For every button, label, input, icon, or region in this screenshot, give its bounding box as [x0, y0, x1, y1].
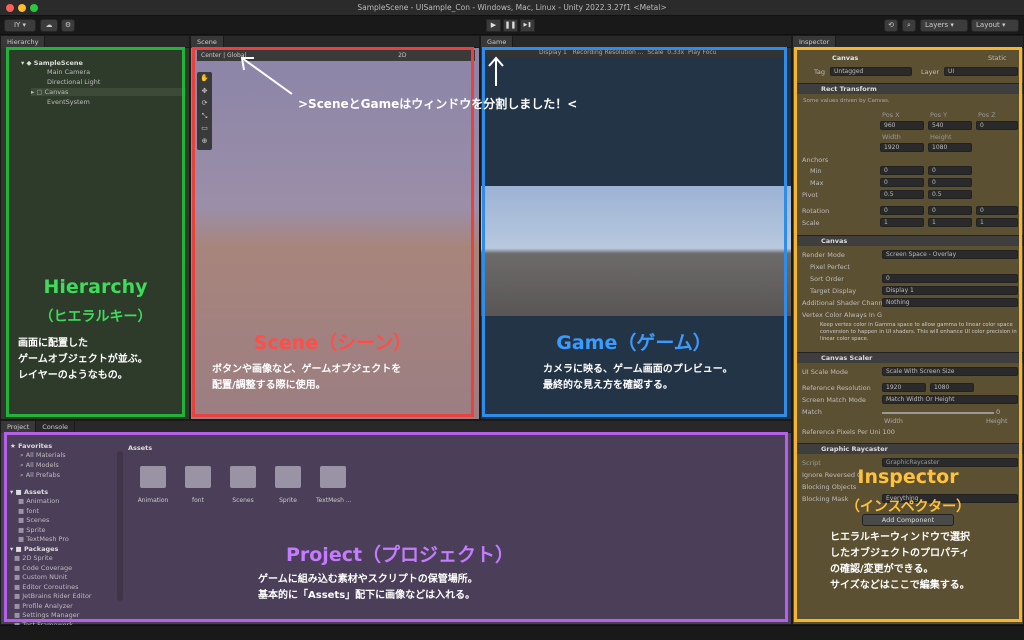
scene-annot-desc: ボタンや画像など、ゲームオブジェクトを 配置/調整する際に使用。 [212, 362, 401, 394]
search-icon[interactable]: ⌕ [902, 19, 916, 32]
scene-desc-line: 配置/調整する際に使用。 [212, 380, 326, 391]
project-annot-title: Project（プロジェクト） [285, 544, 515, 566]
status-bar [0, 625, 1024, 640]
inspector-annot-sub: （インスペクター） [845, 499, 971, 515]
window-title: SampleScene - UISample_Con - Windows, Ma… [357, 3, 667, 12]
game-annot-title: Game（ゲーム） [556, 332, 712, 354]
collab-gear-icon[interactable]: ⚙ [61, 19, 75, 32]
cloud-icon[interactable]: ☁ [40, 19, 58, 32]
pause-button[interactable]: ❚❚ [503, 19, 518, 32]
hierarchy-annot-title: Hierarchy [43, 276, 148, 298]
inspector-annot-desc: ヒエラルキーウィンドウで選択 したオブジェクトのプロパティ の確認/変更ができる… [830, 530, 970, 594]
hierarchy-desc-line: レイヤーのようなもの。 [18, 370, 128, 381]
game-desc-line: カメラに映る、ゲーム画面のプレビュー。 [543, 364, 733, 375]
layout-dropdown[interactable]: Layout ▾ [971, 19, 1019, 32]
hierarchy-desc-line: ゲームオブジェクトが並ぶ。 [18, 354, 148, 365]
hierarchy-desc-line: 画面に配置した [18, 338, 88, 349]
scene-annot-title: Scene（シーン） [253, 332, 413, 354]
inspector-desc-line: の確認/変更ができる。 [830, 564, 934, 575]
layers-label: Layers [925, 21, 949, 29]
game-desc-line: 最終的な見え方を確認する。 [543, 380, 673, 391]
hierarchy-annot-desc: 画面に配置した ゲームオブジェクトが並ぶ。 レイヤーのようなもの。 [18, 336, 148, 384]
title-bar: SampleScene - UISample_Con - Windows, Ma… [0, 0, 1024, 16]
layers-dropdown[interactable]: Layers ▾ [920, 19, 968, 32]
play-button[interactable]: ▶ [486, 19, 501, 32]
split-window-note: >SceneとGameはウィンドウを分割しました！< [298, 97, 578, 111]
inspector-desc-line: ヒエラルキーウィンドウで選択 [830, 532, 970, 543]
account-button[interactable]: IY ▾ [4, 19, 36, 32]
project-annot-desc: ゲームに組み込む素材やスクリプトの保管場所。 基本的に「Assets」配下に画像… [258, 572, 478, 604]
scene-desc-line: ボタンや画像など、ゲームオブジェクトを [212, 364, 402, 375]
inspector-desc-line: したオブジェクトのプロパティ [830, 548, 970, 559]
project-desc-line: 基本的に「Assets」配下に画像などは入れる。 [258, 590, 476, 601]
inspector-annot-title: Inspector [857, 466, 959, 488]
hierarchy-annot-sub: （ヒエラルキー） [39, 309, 152, 325]
history-icon[interactable]: ⟲ [884, 19, 898, 32]
layout-label: Layout [976, 21, 1000, 29]
step-button[interactable]: ▶❚ [520, 19, 535, 32]
game-annot-desc: カメラに映る、ゲーム画面のプレビュー。 最終的な見え方を確認する。 [543, 362, 733, 394]
main-toolbar: IY ▾ ☁ ⚙ ▶ ❚❚ ▶❚ ⟲ ⌕ Layers ▾ Layout ▾ [0, 16, 1024, 35]
project-desc-line: ゲームに組み込む素材やスクリプトの保管場所。 [258, 574, 478, 585]
inspector-desc-line: サイズなどはここで編集する。 [830, 580, 970, 591]
